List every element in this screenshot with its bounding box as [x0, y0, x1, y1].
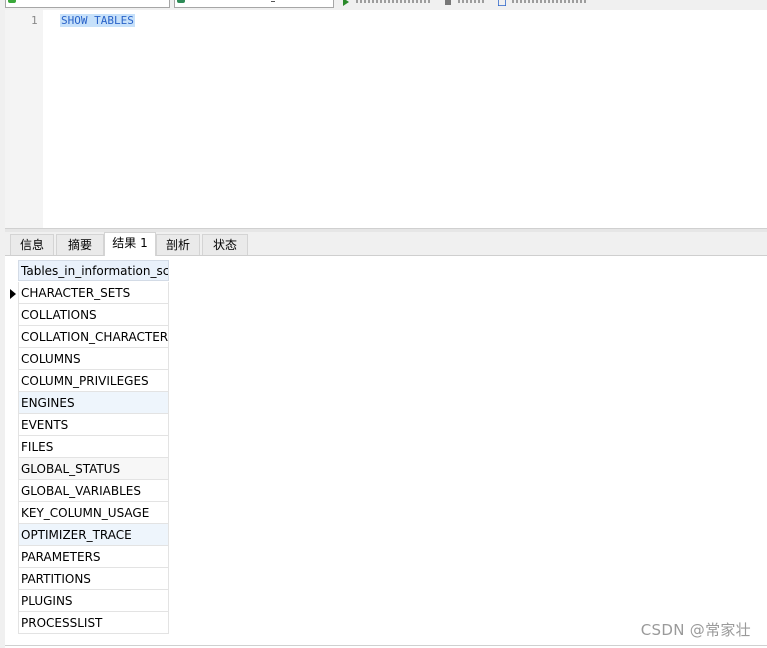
database-select[interactable] — [174, 0, 334, 8]
table-row[interactable]: KEY_COLUMN_USAGE — [18, 502, 169, 524]
table-row[interactable]: PARTITIONS — [18, 568, 169, 590]
database-icon — [177, 0, 185, 3]
tab-status[interactable]: 状态 — [202, 234, 248, 255]
table-row[interactable]: COLLATIONS — [18, 304, 169, 326]
explain-button[interactable] — [497, 0, 590, 7]
sql-editor[interactable]: 1 SHOW TABLES — [5, 10, 767, 228]
table-row[interactable]: CHARACTER_SETS — [18, 282, 169, 304]
current-row-indicator-icon — [10, 289, 16, 299]
toolbar — [0, 0, 767, 10]
line-number: 1 — [31, 14, 38, 27]
stop-icon — [444, 0, 452, 5]
connection-select[interactable] — [5, 0, 170, 8]
table-row[interactable]: GLOBAL_VARIABLES — [18, 480, 169, 502]
table-row[interactable]: OPTIMIZER_TRACE — [18, 524, 169, 546]
result-rows: CHARACTER_SETS COLLATIONS COLLATION_CHAR… — [18, 282, 169, 634]
table-row[interactable]: COLUMNS — [18, 348, 169, 370]
results-grid: Tables_in_information_schema CHARACTER_S… — [5, 256, 767, 648]
tab-summary[interactable]: 摘要 — [56, 234, 104, 255]
row-header-column — [5, 256, 18, 635]
table-row[interactable]: EVENTS — [18, 414, 169, 436]
play-icon — [342, 0, 350, 6]
table-row[interactable]: GLOBAL_STATUS — [18, 458, 169, 480]
tab-profile[interactable]: 剖析 — [156, 234, 200, 255]
connection-icon — [8, 0, 16, 3]
table-row[interactable]: COLUMN_PRIVILEGES — [18, 370, 169, 392]
watermark: CSDN @常家壮 — [640, 621, 751, 639]
result-tabbar: 信息 摘要 结果 1 剖析 状态 — [5, 232, 767, 256]
tab-info[interactable]: 信息 — [10, 234, 54, 255]
table-row[interactable]: PLUGINS — [18, 590, 169, 612]
run-selected-button[interactable] — [342, 0, 434, 6]
tab-result-1[interactable]: 结果 1 — [104, 232, 156, 256]
table-row[interactable]: COLLATION_CHARACTER_SET_APPLICABILITY — [18, 326, 169, 348]
table-row[interactable]: FILES — [18, 436, 169, 458]
line-gutter: 1 — [5, 10, 43, 228]
stop-button[interactable] — [444, 0, 488, 5]
table-row[interactable]: ENGINES — [18, 392, 169, 414]
column-header[interactable]: Tables_in_information_schema — [18, 260, 169, 281]
table-row[interactable]: PARAMETERS — [18, 546, 169, 568]
explain-icon — [497, 0, 507, 7]
sql-query-text[interactable]: SHOW TABLES — [60, 14, 135, 27]
table-row[interactable]: PROCESSLIST — [18, 612, 169, 634]
